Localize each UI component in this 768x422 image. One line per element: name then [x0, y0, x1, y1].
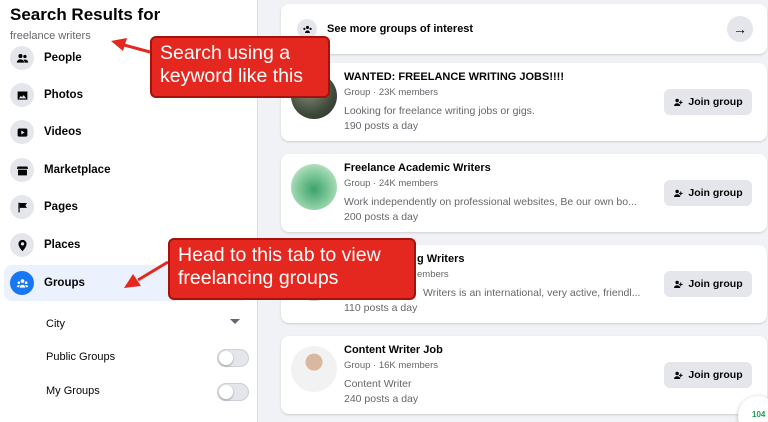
- flag-icon: [10, 195, 34, 219]
- sidebar-item-pages[interactable]: Pages: [4, 189, 250, 225]
- group-name[interactable]: g Writers: [417, 253, 464, 265]
- my-groups-label: My Groups: [46, 385, 100, 397]
- sidebar-item-label: Marketplace: [44, 164, 111, 176]
- sidebar-item-label: Pages: [44, 201, 78, 213]
- group-meta: embers: [417, 269, 449, 280]
- join-group-label: Join group: [688, 96, 743, 108]
- group-name[interactable]: Content Writer Job: [344, 344, 443, 356]
- sidebar-item-label: People: [44, 52, 82, 64]
- group-activity: 110 posts a day: [344, 302, 418, 314]
- group-name[interactable]: Freelance Academic Writers: [344, 162, 491, 174]
- sidebar-item-marketplace[interactable]: Marketplace: [4, 152, 250, 188]
- toggle-knob: [219, 385, 233, 399]
- group-result-card[interactable]: Freelance Academic Writers Group · 24K m…: [281, 154, 767, 232]
- toggle-knob: [219, 351, 233, 365]
- join-group-button[interactable]: Join group: [664, 271, 752, 297]
- annotation-callout-search: Search using a keyword like this: [150, 36, 330, 98]
- video-icon: [10, 120, 34, 144]
- join-group-label: Join group: [688, 369, 743, 381]
- city-filter[interactable]: City: [46, 318, 65, 330]
- chat-count-badge: 104: [752, 410, 766, 419]
- join-group-button[interactable]: Join group: [664, 89, 752, 115]
- sidebar-item-videos[interactable]: Videos: [4, 114, 250, 150]
- marketplace-icon: [10, 158, 34, 182]
- public-groups-toggle[interactable]: [217, 349, 249, 367]
- my-groups-toggle[interactable]: [217, 383, 249, 401]
- group-result-card[interactable]: Content Writer Job Group · 16K members C…: [281, 336, 767, 414]
- group-description: Work independently on professional websi…: [344, 196, 637, 208]
- group-activity: 190 posts a day: [344, 120, 419, 132]
- arrow-right-icon[interactable]: →: [727, 16, 753, 42]
- join-group-icon: [674, 280, 683, 288]
- group-activity: 240 posts a day: [344, 393, 419, 405]
- people-icon: [10, 46, 34, 70]
- join-group-button[interactable]: Join group: [664, 362, 752, 388]
- group-result-card[interactable]: WANTED: FREELANCE WRITING JOBS!!!! Group…: [281, 63, 767, 141]
- sidebar-item-label: Videos: [44, 126, 82, 138]
- join-group-icon: [674, 189, 683, 197]
- annotation-callout-groups: Head to this tab to view freelancing gro…: [168, 238, 416, 300]
- chevron-down-icon[interactable]: [230, 319, 240, 324]
- see-more-groups-card[interactable]: See more groups of interest →: [281, 4, 767, 54]
- group-description: Looking for freelance writing jobs or gi…: [344, 105, 535, 117]
- public-groups-label: Public Groups: [46, 351, 116, 363]
- group-description: Content Writer: [344, 378, 412, 390]
- see-more-label: See more groups of interest: [327, 23, 474, 35]
- sidebar-item-label: Photos: [44, 89, 83, 101]
- group-meta: Group · 23K members: [344, 87, 438, 98]
- page-title: Search Results for: [10, 5, 161, 24]
- sidebar-item-label: Groups: [44, 277, 85, 289]
- group-name[interactable]: WANTED: FREELANCE WRITING JOBS!!!!: [344, 71, 564, 83]
- sidebar-item-label: Places: [44, 239, 81, 251]
- location-pin-icon: [10, 233, 34, 257]
- group-description: Writers is an international, very active…: [423, 287, 641, 299]
- group-meta: Group · 24K members: [344, 178, 438, 189]
- photos-icon: [10, 83, 34, 107]
- join-group-icon: [674, 98, 683, 106]
- join-group-icon: [674, 371, 683, 379]
- group-activity: 200 posts a day: [344, 211, 419, 223]
- groups-icon: [10, 271, 34, 295]
- group-avatar[interactable]: [291, 346, 337, 392]
- join-group-label: Join group: [688, 187, 743, 199]
- group-avatar[interactable]: [291, 164, 337, 210]
- join-group-label: Join group: [688, 278, 743, 290]
- join-group-button[interactable]: Join group: [664, 180, 752, 206]
- group-meta: Group · 16K members: [344, 360, 438, 371]
